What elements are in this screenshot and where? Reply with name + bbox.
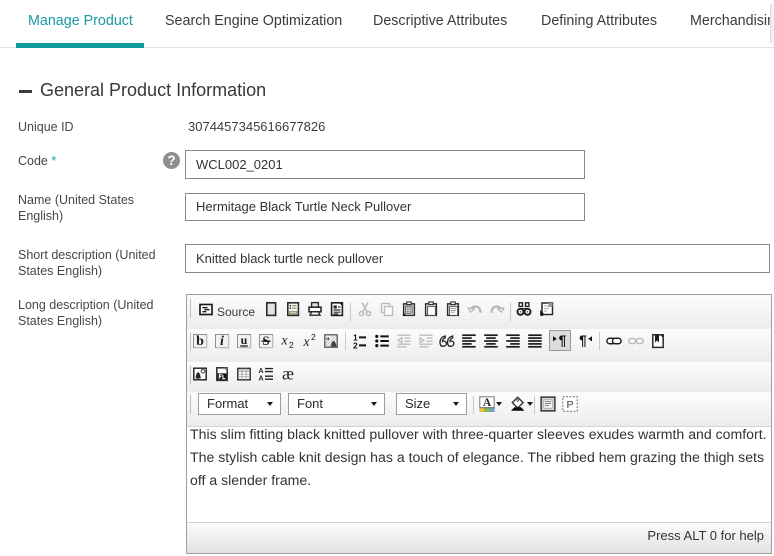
- svg-text:P: P: [566, 399, 573, 411]
- svg-text:u: u: [241, 333, 248, 347]
- svg-text:2: 2: [311, 333, 316, 342]
- svg-text:2: 2: [289, 340, 294, 349]
- svg-text:æ: æ: [282, 366, 294, 382]
- svg-text:x: x: [303, 334, 310, 349]
- svg-text:A: A: [259, 375, 264, 382]
- svg-text:x: x: [281, 333, 288, 348]
- svg-text:A: A: [483, 397, 492, 409]
- svg-text:¶: ¶: [579, 333, 587, 348]
- svg-text:2: 2: [353, 341, 358, 350]
- svg-text:b: b: [196, 334, 204, 349]
- svg-text:A: A: [259, 368, 264, 375]
- svg-text:¶: ¶: [559, 333, 567, 348]
- svg-text:i: i: [220, 334, 224, 349]
